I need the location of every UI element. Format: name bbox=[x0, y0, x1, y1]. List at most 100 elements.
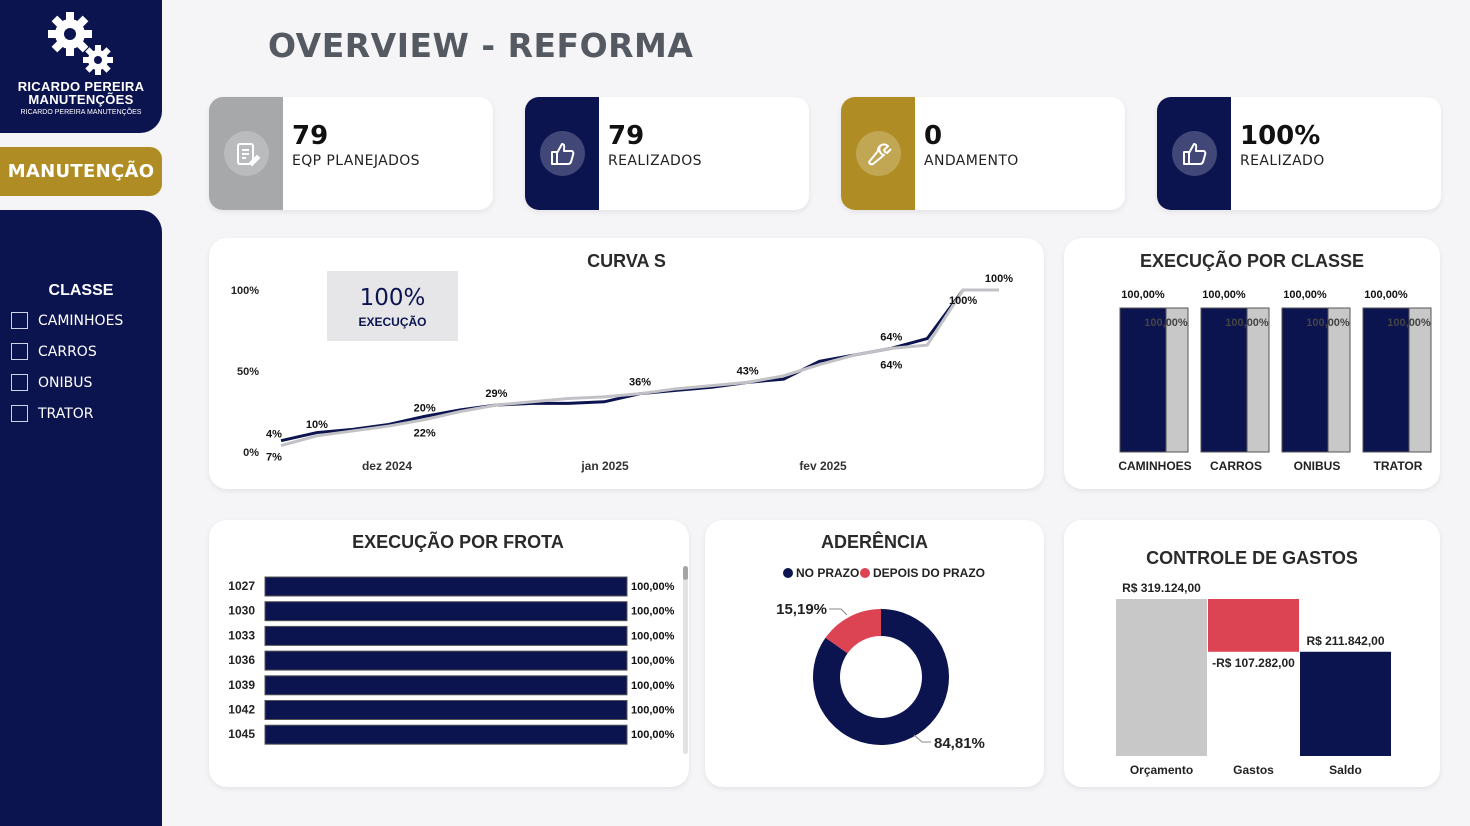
data-label: 100,00% bbox=[1121, 289, 1165, 301]
aderencia-card: ADERÊNCIA NO PRAZO DEPOIS DO PRAZO 15,19% 8… bbox=[705, 520, 1044, 787]
kpi-label: REALIZADOS bbox=[608, 153, 702, 169]
kpi-value: 0 bbox=[924, 121, 943, 151]
filter-option-caminhoes[interactable]: CAMINHOES bbox=[11, 312, 123, 329]
curva-s-chart: 100% 50% 0% dez 2024 jan 2025 fev 2025 4% 10% 20… bbox=[231, 273, 1013, 473]
kpi-label: REALIZADO bbox=[1240, 153, 1325, 169]
checkbox[interactable] bbox=[11, 405, 28, 422]
frota-scrollbar[interactable] bbox=[683, 566, 688, 754]
kpi-value: 79 bbox=[608, 121, 645, 151]
bar-realizado bbox=[1281, 307, 1329, 453]
data-label: 100,00% bbox=[1387, 317, 1431, 329]
data-label: 84,81% bbox=[934, 735, 985, 752]
document-edit-icon bbox=[224, 131, 269, 176]
data-label: 100,00% bbox=[1283, 289, 1327, 301]
y-tick-label: 100% bbox=[231, 285, 259, 297]
y-tick-label: 50% bbox=[237, 366, 259, 378]
waterfall-bar bbox=[1208, 599, 1299, 652]
data-label: 64% bbox=[880, 331, 902, 343]
data-label: 20% bbox=[414, 403, 436, 415]
category-label: Saldo bbox=[1329, 763, 1362, 777]
bar-realizado bbox=[1362, 307, 1410, 453]
kpi-band bbox=[1157, 97, 1231, 210]
bar-planejado bbox=[1408, 307, 1432, 453]
classe-filter-panel: CLASSE CAMINHOES CARROS ONIBUS TRATOR bbox=[0, 210, 162, 826]
kpi-label: EQP PLANEJADOS bbox=[292, 153, 420, 169]
checkbox[interactable] bbox=[11, 343, 28, 360]
legend-label: NO PRAZO bbox=[796, 566, 859, 580]
category-label: 1045 bbox=[228, 727, 255, 741]
nav-manutencao-button[interactable]: MANUTENÇÃO bbox=[0, 147, 162, 196]
data-label: 43% bbox=[737, 365, 759, 377]
x-tick-label: dez 2024 bbox=[362, 459, 412, 473]
filter-option-trator[interactable]: TRATOR bbox=[11, 405, 94, 422]
curva-s-card: CURVA S 100% EXECUÇÃO 100% 50% 0% dez 2024 j… bbox=[209, 238, 1044, 489]
data-label: 36% bbox=[629, 377, 651, 389]
page-title: OVERVIEW - REFORMA bbox=[268, 26, 694, 65]
data-label: 64% bbox=[880, 359, 902, 371]
checkbox[interactable] bbox=[11, 312, 28, 329]
category-label: CAMINHOES bbox=[1118, 459, 1191, 473]
legend-dot bbox=[860, 568, 870, 578]
bar-planejado bbox=[1327, 307, 1351, 453]
bar bbox=[264, 650, 628, 671]
bar-realizado bbox=[1200, 307, 1248, 453]
kpi-card-andamento: 0 ANDAMENTO bbox=[841, 97, 1125, 210]
legend-dot bbox=[783, 568, 793, 578]
bar bbox=[264, 675, 628, 696]
thumbs-up-icon bbox=[540, 131, 585, 176]
bar bbox=[264, 724, 628, 745]
filter-option-onibus[interactable]: ONIBUS bbox=[11, 374, 92, 391]
data-label: 15,19% bbox=[776, 601, 827, 618]
data-label: 100,00% bbox=[1202, 289, 1246, 301]
category-label: 1030 bbox=[228, 604, 255, 618]
controle-gastos-chart: R$ 319.124,00 Orçamento -R$ 107.282,00 Gast… bbox=[1116, 581, 1391, 777]
category-label: 1039 bbox=[228, 678, 255, 692]
execucao-classe-card: EXECUÇÃO POR CLASSE 100,00% 100,00% CAMINH… bbox=[1064, 238, 1440, 489]
data-label: 29% bbox=[485, 388, 507, 400]
data-label: 7% bbox=[266, 452, 282, 464]
data-label: 100,00% bbox=[631, 606, 675, 618]
data-label: 22% bbox=[414, 427, 436, 439]
data-label: 100,00% bbox=[1364, 289, 1408, 301]
brand-line2: MANUTENÇÕES bbox=[28, 92, 134, 107]
bar bbox=[264, 601, 628, 622]
bar bbox=[264, 700, 628, 720]
category-label: CARROS bbox=[1210, 459, 1262, 473]
data-label: 100,00% bbox=[631, 655, 675, 667]
bar-planejado bbox=[1165, 307, 1189, 453]
kpi-card-realizados: 79 REALIZADOS bbox=[525, 97, 809, 210]
execucao-frota-chart: 1027 100,00% 1030 100,00% 1033 100,00% 1036 100… bbox=[228, 576, 675, 745]
data-label: 4% bbox=[266, 429, 282, 441]
data-label: 100% bbox=[949, 295, 977, 307]
gears-icon bbox=[48, 12, 113, 75]
kpi-value: 79 bbox=[292, 121, 329, 151]
aderencia-chart: NO PRAZO DEPOIS DO PRAZO 15,19% 84,81% bbox=[776, 566, 985, 752]
kpi-value: 100% bbox=[1240, 121, 1321, 151]
bar-planejado bbox=[1246, 307, 1270, 453]
filter-label: CARROS bbox=[38, 343, 97, 360]
controle-gastos-card: CONTROLE DE GASTOS R$ 319.124,00 Orçament… bbox=[1064, 520, 1440, 787]
data-label: 100% bbox=[985, 273, 1013, 285]
category-label: Gastos bbox=[1233, 763, 1274, 777]
brand-subtitle: RICARDO PEREIRA MANUTENÇÕES bbox=[20, 109, 142, 116]
filter-option-carros[interactable]: CARROS bbox=[11, 343, 97, 360]
kpi-band bbox=[209, 97, 283, 210]
brand-name: RICARDO PEREIRA MANUTENÇÕES bbox=[0, 80, 162, 106]
kpi-card-planejados: 79 EQP PLANEJADOS bbox=[209, 97, 493, 210]
frota-scrollbar-thumb[interactable] bbox=[683, 566, 688, 580]
x-tick-label: fev 2025 bbox=[799, 459, 847, 473]
bar bbox=[264, 576, 628, 597]
execucao-classe-chart: 100,00% 100,00% CAMINHOES 100,00% 100,00% CAR… bbox=[1118, 289, 1432, 473]
kpi-band bbox=[525, 97, 599, 210]
data-label: 10% bbox=[306, 419, 328, 431]
filter-label: ONIBUS bbox=[38, 374, 93, 391]
waterfall-bar bbox=[1116, 599, 1207, 756]
legend-label: DEPOIS DO PRAZO bbox=[873, 566, 985, 580]
kpi-label: ANDAMENTO bbox=[924, 153, 1019, 169]
kpi-band bbox=[841, 97, 915, 210]
filter-title: CLASSE bbox=[48, 282, 114, 299]
brand-logo: RICARDO PEREIRA MANUTENÇÕES RICARDO PERE… bbox=[0, 0, 162, 133]
leader-line bbox=[829, 608, 848, 616]
checkbox[interactable] bbox=[11, 374, 28, 391]
data-label: 100,00% bbox=[1225, 317, 1269, 329]
